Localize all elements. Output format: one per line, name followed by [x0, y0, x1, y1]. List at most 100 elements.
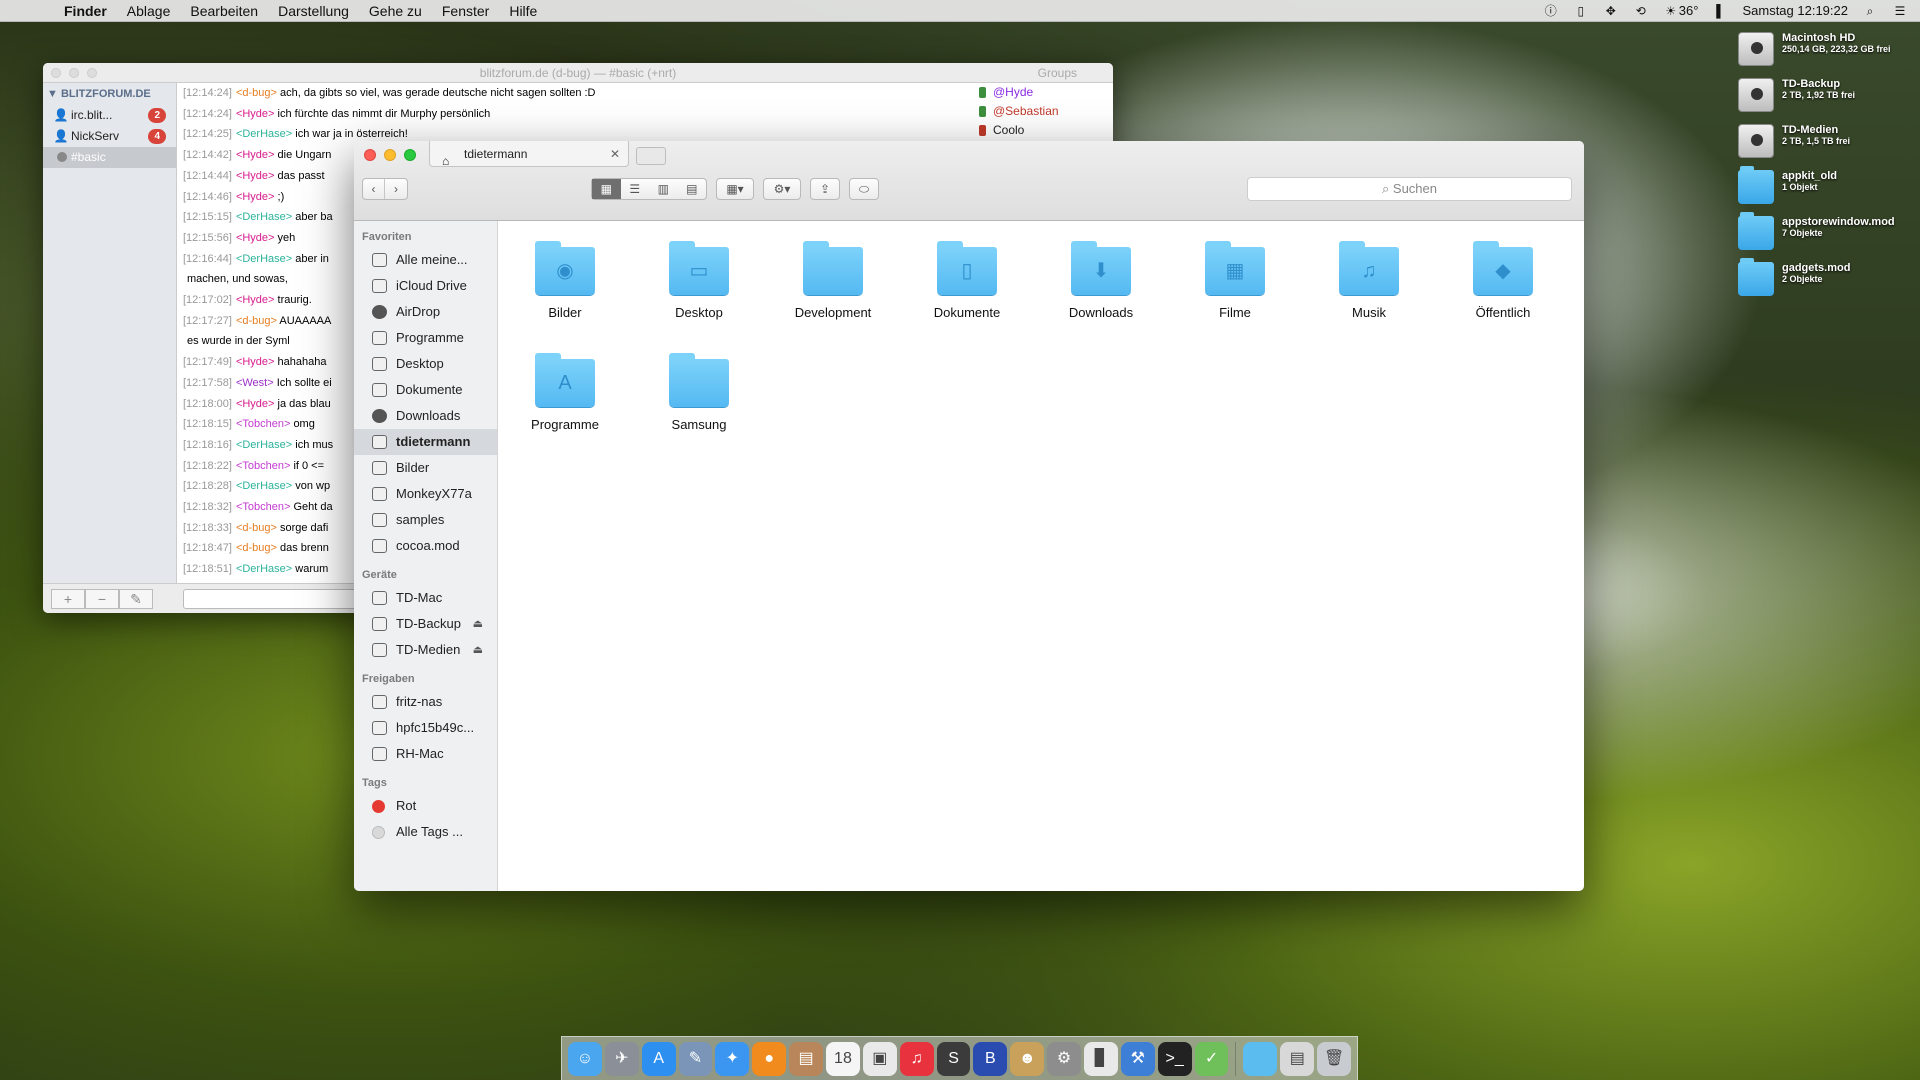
sidebar-item-downloads[interactable]: Downloads [354, 403, 497, 429]
menu-hilfe[interactable]: Hilfe [499, 0, 547, 22]
sidebar-item-td-medien[interactable]: TD-Medien ⏏ [354, 637, 497, 663]
status-bar-icon[interactable]: ▯ [1573, 4, 1589, 18]
channel-item[interactable]: 👤 NickServ 4 [43, 126, 176, 147]
coverflow-view-button[interactable]: ▤ [678, 179, 707, 199]
zoom-button[interactable] [87, 68, 97, 78]
arrange-button[interactable]: ▦▾ [716, 178, 754, 200]
sidebar-item-dokumente[interactable]: Dokumente [354, 377, 497, 403]
sidebar-item-desktop[interactable]: Desktop [354, 351, 497, 377]
calendar-icon[interactable]: 18 [826, 1041, 860, 1076]
notification-center-icon[interactable]: ☰ [1892, 4, 1908, 18]
xcode-icon[interactable]: ⚒ [1120, 1041, 1155, 1076]
time-machine-icon[interactable]: ⟲ [1633, 4, 1649, 18]
user-item[interactable]: @Sebastian [973, 102, 1113, 121]
back-button[interactable]: ‹ [363, 179, 385, 199]
desktop-item-td-backup[interactable]: TD-Backup 2 TB, 1,92 TB frei [1738, 78, 1906, 124]
folder-item-programme[interactable]: A Programme [510, 353, 620, 432]
sidebar-item-airdrop[interactable]: AirDrop [354, 299, 497, 325]
add-button[interactable]: + [51, 589, 85, 609]
sidebar-item-alle-tags-[interactable]: Alle Tags ... [354, 819, 497, 845]
server-header[interactable]: ▼ BLITZFORUM.DE [43, 83, 176, 105]
channel-item[interactable]: 👤 irc.blit... 2 [43, 105, 176, 126]
preview-icon[interactable]: ✎ [678, 1041, 713, 1076]
close-tab-icon[interactable]: ✕ [610, 141, 620, 167]
sidebar-item-cocoa-mod[interactable]: cocoa.mod [354, 533, 497, 559]
column-view-button[interactable]: ▥ [649, 179, 678, 199]
folder-item-samsung[interactable]: Samsung [644, 353, 754, 432]
action-button[interactable]: ⚙▾ [763, 178, 801, 200]
sublime-icon[interactable]: S [936, 1041, 971, 1076]
itunes-orange-icon[interactable]: ● [752, 1041, 787, 1076]
utility-icon[interactable]: ✓ [1194, 1041, 1229, 1076]
safari-icon[interactable]: ✦ [715, 1041, 750, 1076]
sidebar-item-samples[interactable]: samples [354, 507, 497, 533]
icon-view-button[interactable]: ▦ [592, 179, 621, 199]
sidebar-item-td-mac[interactable]: TD-Mac [354, 585, 497, 611]
folder-item--ffentlich[interactable]: ◆ Öffentlich [1448, 241, 1558, 320]
tag-button[interactable]: ⬭ [849, 178, 879, 200]
clock[interactable]: Samstag 12:19:22 [1742, 3, 1848, 18]
irc-titlebar[interactable]: blitzforum.de (d-bug) — #basic (+nrt) Gr… [43, 63, 1113, 83]
sidebar-item-hpfc15b49c-[interactable]: hpfc15b49c... [354, 715, 497, 741]
sidebar-item-rh-mac[interactable]: RH-Mac [354, 741, 497, 767]
app-store-icon[interactable]: A [641, 1041, 676, 1076]
desktop-item-macintosh-hd[interactable]: Macintosh HD 250,14 GB, 223,32 GB frei [1738, 32, 1906, 78]
notes-icon[interactable]: ▤ [789, 1041, 824, 1076]
list-view-button[interactable]: ☰ [621, 179, 650, 199]
blitzmax-icon[interactable]: B [973, 1041, 1008, 1076]
applications-folder-icon[interactable] [1243, 1041, 1278, 1076]
sidebar-item-alle-meine-[interactable]: Alle meine... [354, 247, 497, 273]
close-button[interactable] [364, 149, 376, 161]
sidebar-item-icloud-drive[interactable]: iCloud Drive [354, 273, 497, 299]
folder-item-development[interactable]: Development [778, 241, 888, 320]
monkey-icon[interactable]: ☻ [1010, 1041, 1045, 1076]
edit-icon[interactable]: ✎ [119, 589, 153, 609]
desktop-item-gadgets-mod[interactable]: gadgets.mod 2 Objekte [1738, 258, 1906, 308]
channel-item-selected[interactable]: #basic [43, 147, 176, 168]
sidebar-item-monkeyx77a[interactable]: MonkeyX77a [354, 481, 497, 507]
sidebar-item-rot[interactable]: Rot [354, 793, 497, 819]
new-tab-button[interactable] [636, 147, 666, 165]
remove-button[interactable]: − [85, 589, 119, 609]
share-button[interactable]: ⇪ [810, 178, 840, 200]
menu-fenster[interactable]: Fenster [432, 0, 499, 22]
system-preferences-icon[interactable]: ⚙ [1047, 1041, 1082, 1076]
message-input[interactable] [183, 589, 383, 609]
menu-app-finder[interactable]: Finder [54, 0, 117, 22]
folder-item-musik[interactable]: ♫ Musik [1314, 241, 1424, 320]
terminal-icon[interactable]: >_ [1157, 1041, 1192, 1076]
close-button[interactable] [51, 68, 61, 78]
zoom-button[interactable] [404, 149, 416, 161]
search-field[interactable]: ⌕ Suchen [1247, 177, 1572, 201]
spotlight-icon[interactable]: ⌕ [1862, 4, 1878, 18]
folder-item-desktop[interactable]: ▭ Desktop [644, 241, 754, 320]
eject-icon[interactable]: ⏏ [473, 611, 483, 637]
menu-gehe-zu[interactable]: Gehe zu [359, 0, 432, 22]
move-icon[interactable]: ✥ [1603, 4, 1619, 18]
folder-item-filme[interactable]: ▦ Filme [1180, 241, 1290, 320]
desktop-item-appkit-old[interactable]: appkit_old 1 Objekt [1738, 166, 1906, 216]
sidebar-item-bilder[interactable]: Bilder [354, 455, 497, 481]
menu-ablage[interactable]: Ablage [117, 0, 181, 22]
menu-darstellung[interactable]: Darstellung [268, 0, 359, 22]
monkey-editor-icon[interactable]: ▣ [862, 1041, 897, 1076]
info-icon[interactable]: ⓘ [1543, 4, 1559, 18]
folder-item-downloads[interactable]: ⬇ Downloads [1046, 241, 1156, 320]
user-item[interactable]: Coolo [973, 121, 1113, 140]
sidebar-item-programme[interactable]: Programme [354, 325, 497, 351]
sidebar-item-tdietermann[interactable]: tdietermann [354, 429, 497, 455]
folder-item-bilder[interactable]: ◉ Bilder [510, 241, 620, 320]
volume-icon[interactable]: ▌ [1712, 4, 1728, 18]
sidebar-item-td-backup[interactable]: TD-Backup ⏏ [354, 611, 497, 637]
music-icon[interactable]: ♫ [899, 1041, 934, 1076]
forward-button[interactable]: › [385, 179, 407, 199]
user-item[interactable]: @Hyde [973, 83, 1113, 102]
menu-bearbeiten[interactable]: Bearbeiten [180, 0, 268, 22]
documents-stack-icon[interactable]: ▤ [1280, 1041, 1315, 1076]
minimize-button[interactable] [384, 149, 396, 161]
finder-icon[interactable]: ☺ [568, 1041, 602, 1076]
eject-icon[interactable]: ⏏ [473, 637, 483, 663]
trash-icon[interactable]: 🗑 [1317, 1041, 1352, 1076]
battery-temperature[interactable]: ☀ 36° [1663, 3, 1698, 18]
desktop-item-appstorewindow-mod[interactable]: appstorewindow.mod 7 Objekte [1738, 212, 1906, 262]
